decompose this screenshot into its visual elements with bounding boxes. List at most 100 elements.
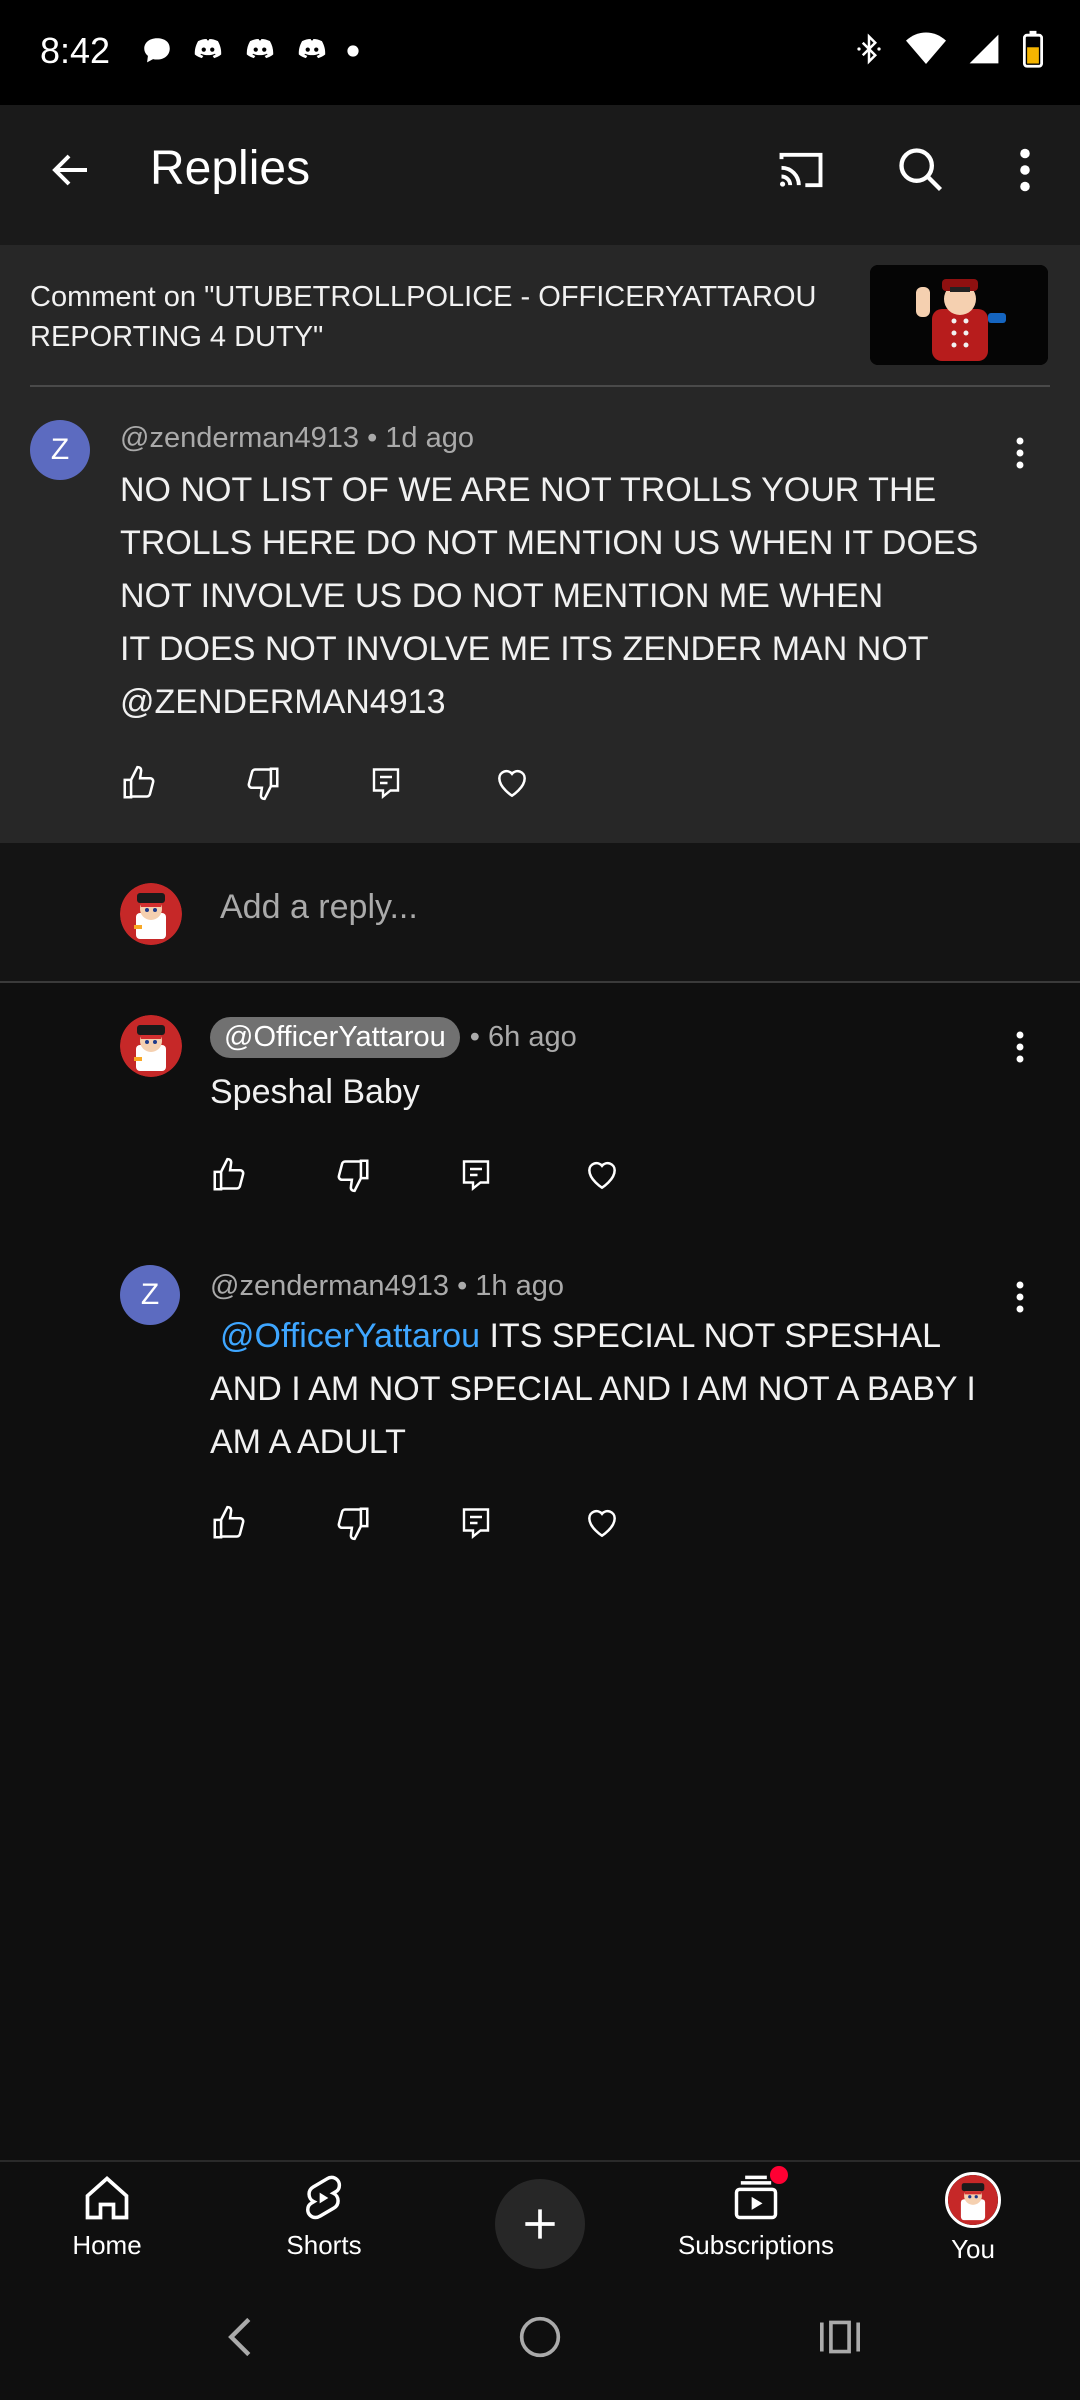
comment-text-line: TROLLS HERE DO NOT MENTION US WHEN IT DO… [120,524,979,562]
add-reply-input[interactable]: Add a reply... [220,888,418,927]
comment-meta: @zenderman4913 • 1d ago [120,422,475,454]
thumbs-up-icon [213,1157,245,1191]
comment-text-line: @OfficerYattarou ITS SPECIAL NOT SPESHAL [210,1310,1010,1363]
home-icon [85,2176,129,2220]
dislike-button[interactable] [334,1150,458,1200]
reply-comment-icon [462,1508,490,1539]
comment-text-line: NOT INVOLVE US DO NOT MENTION ME WHEN [120,577,884,615]
plus-icon [525,2209,555,2239]
like-button[interactable] [210,1150,334,1200]
officer-avatar-image [948,2175,998,2225]
comment-text-line: AM A ADULT [210,1423,406,1461]
heart-button[interactable] [582,1150,706,1200]
dislike-button[interactable] [334,1498,458,1548]
nav-subscriptions[interactable]: Subscriptions [656,2166,856,2282]
thumbs-down-icon [337,1159,369,1193]
nav-home[interactable]: Home [7,2172,207,2282]
chat-bubble-icon [144,38,170,63]
thumbs-up-icon [213,1505,245,1539]
discord-icon [246,38,274,59]
page-title: Replies [150,142,311,195]
cast-icon [779,152,823,188]
heart-icon [588,1161,616,1190]
comment-meta: @zenderman4913 • 1h ago [210,1270,565,1302]
avatar[interactable]: Z [120,1265,180,1325]
comment-text-line: NO NOT LIST OF WE ARE NOT TROLLS YOUR TH… [120,471,937,509]
thumbs-down-icon [337,1507,369,1541]
video-thumbnail[interactable] [870,265,1048,365]
avatar [945,2172,1001,2228]
dislike-button[interactable] [244,758,368,808]
mention-link[interactable]: @OfficerYattarou [220,1317,480,1355]
cellular-signal-icon [969,34,999,64]
comment-text: Speshal Baby [210,1073,420,1111]
author-chip[interactable]: @OfficerYattarou [210,1017,460,1058]
cast-button[interactable] [766,135,836,205]
create-button[interactable] [495,2179,585,2269]
nav-shorts[interactable]: Shorts [224,2172,424,2282]
circle-home-icon [519,2316,561,2358]
app-bar: Replies [0,105,1080,245]
officer-character-image [870,265,1048,365]
status-time: 8:42 [40,30,111,71]
divider [30,385,1050,387]
battery-icon [1022,30,1044,68]
nav-you-label: You [951,2234,995,2264]
heart-button[interactable] [582,1498,706,1548]
parent-comment: Z @zenderman4913 • 1d ago NO NOT LIST OF… [0,388,1080,843]
wifi-icon [906,32,946,64]
kebab-menu-icon [1020,148,1030,192]
reply-button[interactable] [458,1498,582,1548]
comment-actions [210,1498,706,1548]
status-indicators [854,30,1044,68]
thumbs-up-icon [123,765,155,799]
chevron-left-icon [228,2317,251,2357]
notification-icons [140,34,360,68]
recents-icon [820,2320,860,2354]
system-home-button[interactable] [510,2307,570,2367]
more-notifications-dot-icon [347,45,359,57]
comment-text-line: AND I AM NOT SPECIAL AND I AM NOT A BABY… [210,1370,976,1408]
kebab-menu-icon [1016,1281,1024,1313]
comment-text-line: IT DOES NOT INVOLVE ME ITS ZENDER MAN NO… [120,630,929,668]
bluetooth-icon [857,33,881,65]
nav-you[interactable]: You [873,2172,1073,2282]
heart-button[interactable] [492,758,616,808]
nav-subscriptions-label: Subscriptions [677,2230,835,2260]
add-reply-row: Add a reply... [0,843,1080,983]
video-context-header[interactable]: Comment on "UTUBETROLLPOLICE - OFFICERYA… [0,245,1080,388]
status-bar: 8:42 [0,0,1080,105]
nav-home-label: Home [72,2230,142,2260]
like-button[interactable] [210,1498,334,1548]
more-options-button[interactable] [1000,135,1050,205]
system-recents-button[interactable] [810,2307,870,2367]
reply-button[interactable] [368,758,492,808]
comment-menu-button[interactable] [1000,1022,1040,1072]
kebab-menu-icon [1016,1031,1024,1063]
search-icon [899,148,943,192]
thumbs-down-icon [247,767,279,801]
back-button[interactable] [36,135,106,205]
reply-button[interactable] [458,1150,582,1200]
comment-meta: @OfficerYattarou • 6h ago [210,1017,577,1058]
comment-text: NO NOT LIST OF WE ARE NOT TROLLS YOUR TH… [120,464,1020,729]
subscriptions-icon-wrap [730,2166,788,2224]
avatar[interactable] [120,883,182,945]
like-button[interactable] [120,758,244,808]
comment-actions [210,1150,706,1200]
system-back-button[interactable] [210,2307,270,2367]
discord-icon [194,38,222,59]
nav-shorts-label: Shorts [286,2230,362,2260]
heart-icon [588,1509,616,1538]
comment-time: • 6h ago [469,1021,577,1053]
notification-dot [770,2166,788,2184]
search-button[interactable] [886,135,956,205]
divider [0,981,1080,983]
comment-text-line: @ZENDERMAN4913 [120,683,446,721]
avatar[interactable] [120,1015,182,1077]
video-context-title: Comment on "UTUBETROLLPOLICE - OFFICERYA… [30,281,817,353]
avatar[interactable]: Z [30,420,90,480]
shorts-icon [306,2175,342,2220]
comment-actions [120,758,616,808]
officer-avatar-image [120,1015,182,1077]
